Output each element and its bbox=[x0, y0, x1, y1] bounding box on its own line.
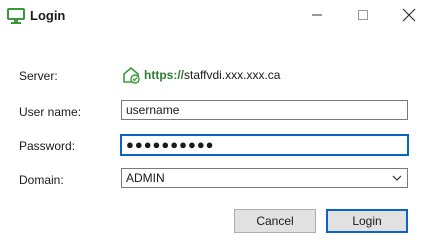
cancel-button[interactable]: Cancel bbox=[234, 209, 316, 233]
server-host: staffvdi.xxx.xxx.ca bbox=[184, 68, 281, 82]
username-label: User name: bbox=[19, 105, 82, 119]
minimize-button[interactable] bbox=[294, 0, 340, 30]
password-input[interactable]: ●●●●●●●●●● bbox=[120, 134, 409, 156]
window-title: Login bbox=[30, 8, 66, 23]
close-button[interactable] bbox=[386, 0, 432, 30]
chevron-down-icon bbox=[392, 175, 402, 181]
login-dialog: Login Server: https:// staffvdi.xxx.xxx.… bbox=[0, 0, 432, 249]
maximize-icon bbox=[358, 10, 368, 20]
server-label: Server: bbox=[19, 69, 58, 83]
app-icon bbox=[7, 8, 25, 24]
close-icon bbox=[402, 8, 416, 22]
password-label: Password: bbox=[19, 139, 76, 153]
minimize-icon bbox=[312, 14, 322, 16]
login-button[interactable]: Login bbox=[326, 209, 408, 233]
server-value: https:// staffvdi.xxx.xxx.ca bbox=[121, 64, 280, 86]
domain-label: Domain: bbox=[19, 173, 64, 187]
secure-connection-icon bbox=[123, 67, 140, 84]
domain-selected-value: ADMIN bbox=[126, 171, 165, 185]
server-scheme: https:// bbox=[144, 68, 184, 82]
maximize-button[interactable] bbox=[340, 0, 386, 30]
domain-select[interactable]: ADMIN bbox=[121, 168, 408, 188]
title-bar[interactable]: Login bbox=[0, 0, 432, 34]
username-input[interactable]: username bbox=[121, 100, 408, 120]
